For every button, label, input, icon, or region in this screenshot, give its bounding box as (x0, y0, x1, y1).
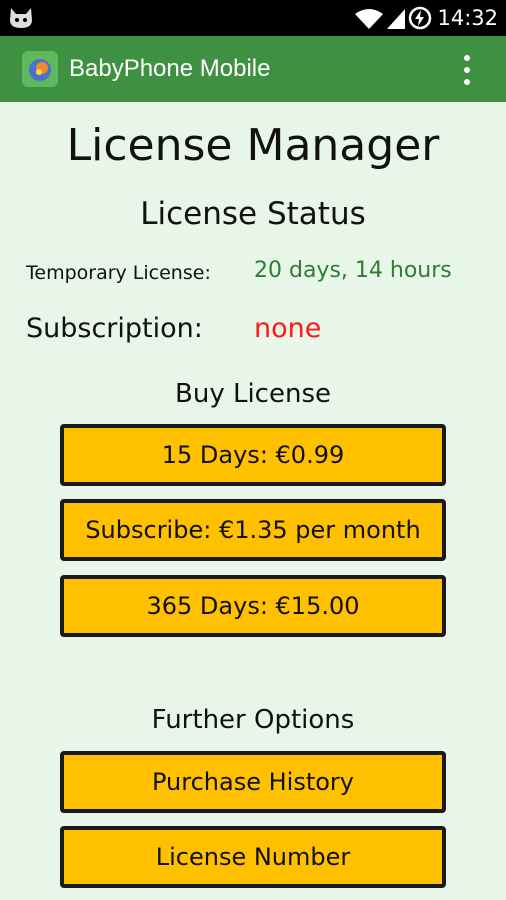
app-logo-icon (22, 51, 58, 87)
app-title: BabyPhone Mobile (69, 55, 271, 82)
license-number-button[interactable]: License Number (60, 826, 446, 888)
temporary-license-value: 20 days, 14 hours (254, 258, 452, 283)
status-bar: 14:32 (0, 0, 506, 36)
buy-15-days-button[interactable]: 15 Days: €0.99 (60, 424, 446, 486)
buy-365-days-button[interactable]: 365 Days: €15.00 (60, 575, 446, 637)
battery-charging-icon (408, 6, 432, 30)
page-title: License Manager (66, 120, 440, 171)
purchase-history-button[interactable]: Purchase History (60, 751, 446, 813)
subscription-value: none (254, 313, 322, 344)
wifi-icon (355, 9, 383, 29)
overflow-menu-icon[interactable] (456, 54, 478, 86)
android-cat-icon (10, 8, 32, 28)
subscription-label: Subscription: (26, 313, 203, 344)
further-options-heading: Further Options (151, 705, 355, 735)
buy-license-heading: Buy License (175, 379, 331, 409)
subscribe-monthly-button[interactable]: Subscribe: €1.35 per month (60, 499, 446, 561)
app-bar: BabyPhone Mobile (0, 36, 506, 102)
clock-time: 14:32 (437, 6, 498, 30)
temporary-license-label: Temporary License: (26, 262, 211, 284)
signal-icon (387, 9, 405, 29)
license-status-heading: License Status (140, 196, 366, 232)
